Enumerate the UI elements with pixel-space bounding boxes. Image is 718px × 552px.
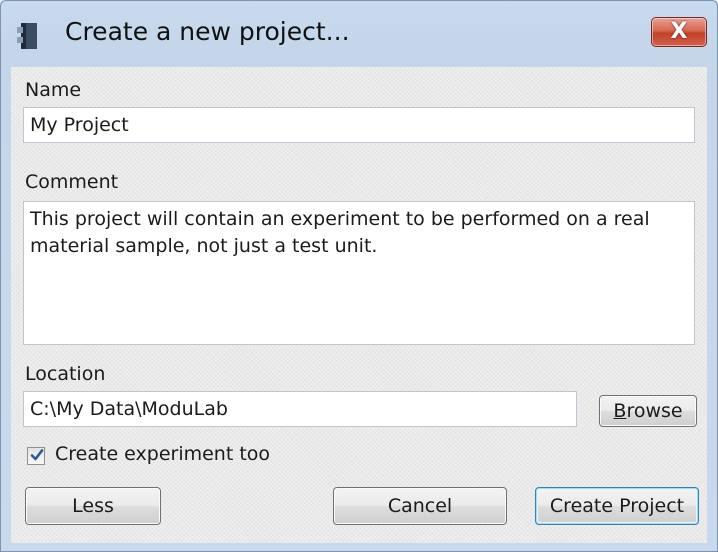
create-project-button[interactable]: Create Project (535, 487, 699, 525)
location-input[interactable] (23, 391, 577, 427)
dialog-content: Name Comment This project will contain a… (11, 67, 707, 543)
window-title: Create a new project... (65, 17, 350, 46)
checkmark-icon (30, 449, 44, 461)
name-input[interactable] (23, 107, 695, 143)
create-experiment-checkbox[interactable] (27, 447, 45, 465)
comment-label: Comment (25, 171, 119, 193)
create-experiment-label[interactable]: Create experiment too (55, 443, 270, 465)
browse-button[interactable]: Browse (599, 395, 697, 427)
browse-accelerator: B (613, 400, 627, 422)
location-label: Location (25, 363, 106, 385)
close-button[interactable]: X (651, 17, 707, 47)
less-button[interactable]: Less (25, 487, 161, 525)
browse-label-rest: rowse (626, 400, 683, 422)
create-project-dialog: Create a new project... X Name Comment T… (0, 0, 718, 552)
cancel-button[interactable]: Cancel (333, 487, 507, 525)
comment-textarea[interactable]: This project will contain an experiment … (23, 201, 695, 345)
title-bar[interactable]: Create a new project... X (1, 1, 717, 71)
close-icon: X (670, 19, 688, 44)
book-icon (17, 21, 39, 51)
name-label: Name (25, 79, 82, 101)
